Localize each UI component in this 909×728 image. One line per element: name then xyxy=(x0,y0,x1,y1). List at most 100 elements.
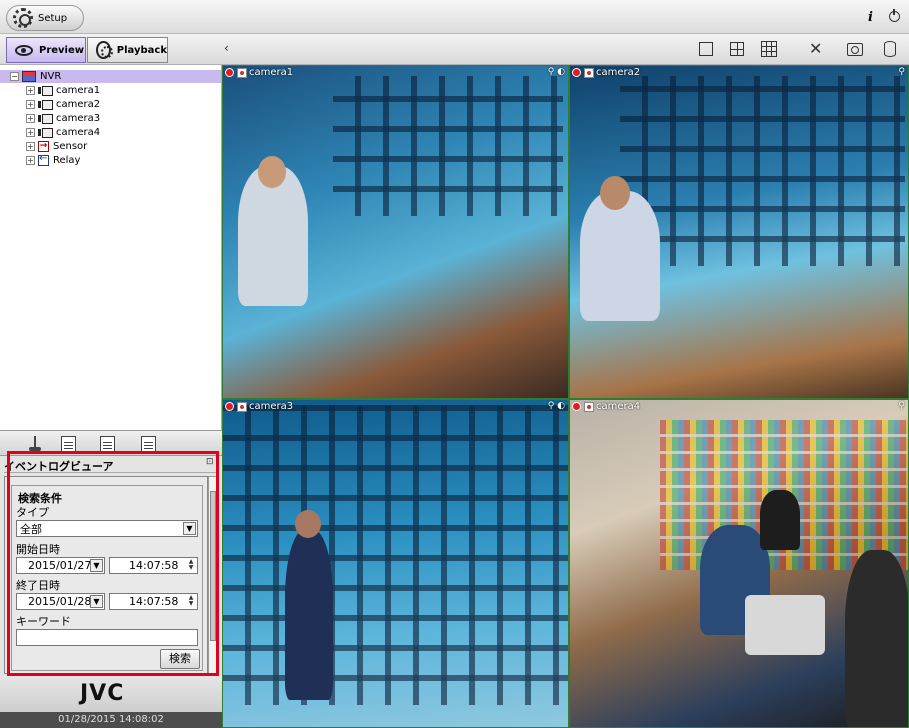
tree-item-label: NVR xyxy=(40,71,62,82)
video-frame xyxy=(333,76,563,216)
tree-item-relay[interactable]: + Relay xyxy=(26,153,81,167)
tree-item-label: Relay xyxy=(53,155,81,166)
expand-icon[interactable]: + xyxy=(26,142,35,151)
start-time-field[interactable]: 14:07:58 ▲ ▼ xyxy=(109,557,198,574)
expand-icon[interactable]: + xyxy=(26,86,35,95)
relay-icon xyxy=(38,153,49,166)
end-time-field[interactable]: 14:07:58 ▲ ▼ xyxy=(109,593,198,610)
tree-item-camera2[interactable]: + camera2 xyxy=(26,98,100,111)
video-tile-camera3[interactable]: camera3 ⚲ ◐ xyxy=(222,399,569,728)
snapshot-icon xyxy=(847,42,863,56)
single-view-button[interactable] xyxy=(692,38,720,60)
type-select-value: 全部 xyxy=(20,522,42,536)
type-select[interactable]: 全部 ▼ xyxy=(16,520,198,537)
expand-icon[interactable]: + xyxy=(26,128,35,137)
quad-view-button[interactable] xyxy=(723,38,751,60)
keyword-input[interactable] xyxy=(16,629,198,646)
grid-view-button[interactable] xyxy=(755,38,783,60)
fullscreen-button[interactable] xyxy=(802,38,830,60)
setup-button[interactable]: Setup xyxy=(6,5,84,31)
video-frame xyxy=(600,176,630,210)
spin-icon[interactable]: ▲ ▼ xyxy=(186,559,196,572)
spin-icon[interactable]: ▲ ▼ xyxy=(186,595,196,608)
pin-icon xyxy=(29,436,41,452)
chevron-down-icon[interactable]: ▼ xyxy=(183,522,196,535)
camera-name: camera4 xyxy=(596,401,641,412)
start-date-field[interactable]: 2015/01/27 ▼ xyxy=(16,557,105,574)
chevron-down-icon[interactable]: ▼ xyxy=(90,595,103,608)
grid-view-icon xyxy=(761,41,777,57)
video-tile-camera1[interactable]: camera1 ⚲ ◐ xyxy=(222,65,569,399)
tab-preview[interactable]: Preview xyxy=(6,37,86,63)
chevron-down-icon[interactable]: ▼ xyxy=(90,559,103,572)
collapse-panel-arrow-icon[interactable]: ‹ xyxy=(224,41,229,55)
event-log-scrollbar[interactable] xyxy=(208,476,218,674)
expand-icon[interactable]: + xyxy=(26,100,35,109)
type-label: タイプ xyxy=(16,506,49,519)
video-frame xyxy=(580,191,660,321)
power-icon[interactable] xyxy=(889,9,900,22)
collapse-icon[interactable]: − xyxy=(10,72,19,81)
audio-icon: ⚲ xyxy=(898,67,905,77)
event-log-button[interactable] xyxy=(137,434,159,454)
camera-icon xyxy=(38,86,53,96)
detach-icon[interactable]: ⊡ xyxy=(206,457,214,467)
event-log-body: 検索条件 タイプ 全部 ▼ 開始日時 2015/01/27 ▼ 14:07:58… xyxy=(4,476,208,674)
tree-item-camera1[interactable]: + camera1 xyxy=(26,84,100,97)
end-date-field[interactable]: 2015/01/28 ▼ xyxy=(16,593,105,610)
video-tile-camera2[interactable]: camera2 ⚲ xyxy=(569,65,909,399)
camera-badge-icon xyxy=(584,401,594,412)
search-button[interactable]: 検索 xyxy=(160,649,200,669)
expand-icon[interactable]: + xyxy=(26,114,35,123)
setup-gear-icon xyxy=(13,8,33,28)
camera-name: camera3 xyxy=(249,401,294,412)
camera-icon xyxy=(38,114,53,124)
tree-item-label: Sensor xyxy=(53,141,88,152)
record-icon xyxy=(572,68,581,77)
snapshot-button[interactable] xyxy=(841,38,869,60)
video-frame xyxy=(760,490,800,550)
event-log-icon xyxy=(140,435,156,453)
sensor-icon: → xyxy=(38,141,49,152)
tree-item-sensor[interactable]: + → Sensor xyxy=(26,140,87,153)
camera-icon xyxy=(38,128,53,138)
video-frame xyxy=(223,405,568,705)
top-bar: Setup i xyxy=(0,0,909,34)
nvr-icon xyxy=(22,71,36,82)
camera-badge-icon xyxy=(584,67,594,78)
tab-playback-label: Playback xyxy=(116,44,167,56)
end-datetime-label: 終了日時 xyxy=(16,579,60,592)
video-frame xyxy=(285,530,333,700)
pin-button[interactable] xyxy=(24,434,46,454)
monitor-tool-button[interactable] xyxy=(57,434,79,454)
log-button[interactable] xyxy=(96,434,118,454)
tree-item-label: camera3 xyxy=(56,113,101,124)
camera-badge-icon xyxy=(237,401,247,412)
tree-item-label: camera2 xyxy=(56,99,101,110)
view-toolbar: Preview Playback ‹ xyxy=(0,34,909,65)
camera-badge-icon xyxy=(237,67,247,78)
single-view-icon xyxy=(699,42,713,56)
event-log-viewer: イベントログビューア ⊡ 検索条件 タイプ 全部 ▼ 開始日時 2015/01/… xyxy=(0,456,222,676)
camera-name: camera2 xyxy=(596,67,641,78)
camera-overlay: camera4 xyxy=(572,401,640,412)
scroll-thumb[interactable] xyxy=(210,491,216,641)
tree-item-label: camera4 xyxy=(56,127,101,138)
tree-item-camera4[interactable]: + camera4 xyxy=(26,126,100,139)
video-tile-camera4[interactable]: camera4 ⚲ xyxy=(569,399,909,728)
info-icon[interactable]: i xyxy=(868,10,873,25)
video-frame xyxy=(745,595,825,655)
event-log-title: イベントログビューア xyxy=(4,458,217,473)
video-frame xyxy=(258,156,286,188)
storage-button[interactable] xyxy=(876,38,904,60)
device-tree: − NVR + camera1 + camera2 + camera3 + ca… xyxy=(0,65,222,430)
tab-playback[interactable]: Playback xyxy=(87,37,168,63)
panel-toolbar xyxy=(0,430,222,456)
tree-item-nvr[interactable]: − NVR xyxy=(0,70,221,83)
camera-icon xyxy=(38,100,53,110)
expand-icon[interactable]: + xyxy=(26,156,35,165)
video-frame xyxy=(295,510,321,538)
current-datetime: 01/28/2015 14:08:02 xyxy=(0,712,222,728)
tree-item-camera3[interactable]: + camera3 xyxy=(26,112,100,125)
film-reel-icon xyxy=(96,41,113,59)
